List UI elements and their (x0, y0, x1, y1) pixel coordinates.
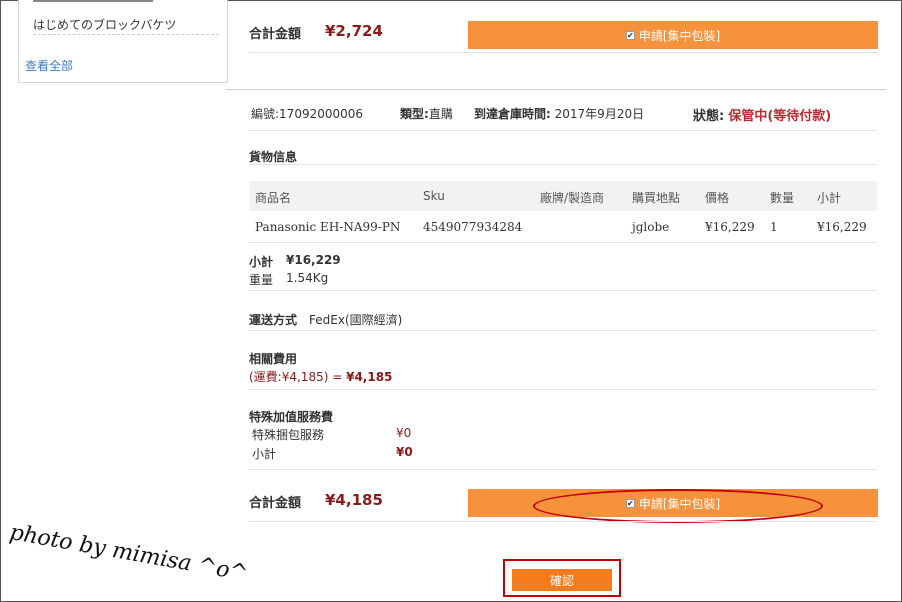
fees-detail-text: (運費:¥4,185) = (249, 370, 347, 384)
divider (249, 164, 877, 165)
top-apply-consolidation-button[interactable]: ✔ 申請[集中包裝] (468, 21, 878, 49)
order-type: 類型:直購 (400, 107, 453, 121)
weight-label: 重量 (249, 273, 274, 287)
top-apply-label: 申請[集中包裝] (638, 28, 721, 43)
divider (249, 242, 877, 243)
divider (249, 290, 877, 291)
bottom-apply-label: 申請[集中包裝] (638, 496, 721, 511)
view-all-link[interactable]: 查看全部 (25, 57, 73, 74)
sku: 4549077934284 (423, 220, 523, 234)
fees-title: 相關費用 (249, 352, 298, 366)
divider (226, 89, 886, 90)
divider (249, 469, 877, 470)
product-name[interactable]: Panasonic EH-NA99-PN (255, 220, 400, 234)
column-header: 廠牌/製造商 (540, 191, 605, 205)
shipping-value: FedEx(國際經濟) (309, 313, 403, 327)
bottom-total-value: ¥4,185 (325, 491, 383, 509)
column-header: 價格 (705, 191, 730, 205)
special-subtotal-label: 小計 (252, 447, 277, 461)
order-arrival: 到達倉庫時間: 2017年9月20日 (474, 107, 645, 121)
special-subtotal-value: ¥0 (396, 445, 413, 459)
checkbox-icon[interactable]: ✔ (625, 498, 635, 508)
special-item-value: ¥0 (396, 426, 412, 440)
row-subtotal: ¥16,229 (817, 220, 867, 234)
top-total-label: 合計金額 (249, 27, 302, 42)
quantity: 1 (770, 220, 778, 234)
weight-value: 1.54Kg (286, 271, 329, 285)
sidebar-truncated-text (33, 0, 153, 2)
sidebar-item[interactable]: はじめてのブロックバケツ (33, 16, 219, 35)
goods-section-title: 貨物信息 (249, 150, 298, 164)
order-status: 狀態: 保管中(等待付款) (693, 109, 832, 124)
purchase-place: jglobe (632, 220, 670, 234)
divider (249, 330, 877, 331)
top-total-value: ¥2,724 (325, 22, 383, 40)
column-header: 商品名 (255, 191, 292, 205)
confirm-button[interactable]: 確認 (512, 569, 612, 591)
column-header: 小計 (817, 191, 842, 205)
shipping-label: 運送方式 (249, 313, 298, 327)
column-header: Sku (423, 189, 445, 203)
subtotal-value: ¥16,229 (286, 253, 341, 267)
order-number: 編號:17092000006 (251, 107, 364, 121)
fees-detail: (運費:¥4,185) = ¥4,185 (249, 368, 392, 385)
fees-total: ¥4,185 (346, 370, 393, 384)
checkbox-icon[interactable]: ✔ (625, 30, 635, 40)
status-badge: 保管中(等待付款) (728, 109, 832, 124)
bottom-apply-consolidation-button[interactable]: ✔ 申請[集中包裝] (468, 489, 878, 517)
special-title: 特殊加值服務費 (249, 410, 334, 424)
bottom-total-label: 合計金額 (249, 496, 302, 511)
special-item-label: 特殊捆包服務 (252, 428, 325, 442)
column-header: 購買地點 (632, 191, 681, 205)
divider (249, 52, 877, 53)
divider (249, 521, 877, 522)
subtotal-label: 小計 (249, 255, 274, 269)
sidebar: はじめてのブロックバケツ 查看全部 (18, 0, 228, 83)
divider (249, 130, 877, 131)
divider (249, 389, 877, 390)
column-header: 數量 (770, 191, 795, 205)
price: ¥16,229 (705, 220, 755, 234)
